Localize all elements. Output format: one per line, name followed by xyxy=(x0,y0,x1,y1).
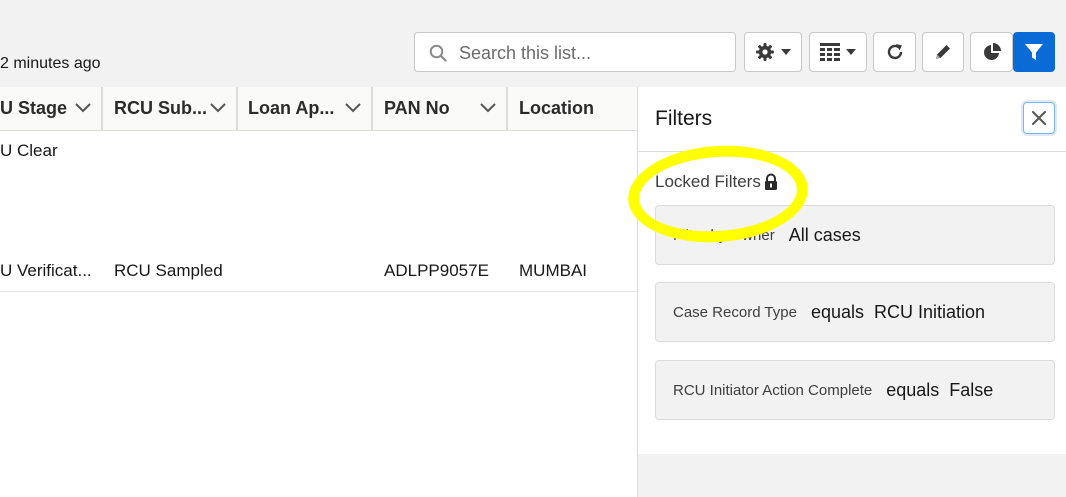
gear-icon xyxy=(756,43,774,61)
display-as-button[interactable] xyxy=(809,32,867,72)
filter-field: RCU Initiator Action Complete xyxy=(673,381,873,399)
cell-loan-ap xyxy=(248,171,368,211)
chevron-down-icon xyxy=(781,49,791,55)
filter-value: RCU Initiation xyxy=(874,301,986,322)
filter-field: Case Record Type xyxy=(673,303,797,321)
column-header-location[interactable]: Location xyxy=(508,87,640,130)
filter-operator: equals xyxy=(810,301,865,322)
filters-panel-title: Filters xyxy=(655,107,713,130)
cell-rcu-sub xyxy=(114,171,234,211)
refresh-icon xyxy=(887,44,902,60)
cell-u-stage: U Verificat... xyxy=(0,261,92,280)
chevron-down-icon[interactable] xyxy=(210,103,226,113)
filters-panel-header: Filters xyxy=(638,87,1066,152)
cell-location xyxy=(519,131,637,171)
cell-rcu-sub xyxy=(114,131,234,171)
pie-chart-icon xyxy=(983,43,1001,60)
last-updated-text: 2 minutes ago xyxy=(0,55,101,72)
filters-panel: Filters Locked Filters Filter by Owner A… xyxy=(637,87,1066,497)
filter-value: False xyxy=(949,379,994,400)
list-view-header: 2 minutes ago xyxy=(0,0,1066,88)
list-settings-button[interactable] xyxy=(744,32,802,72)
table-icon xyxy=(820,43,840,61)
close-icon xyxy=(1031,110,1047,126)
cell-pan-no: ADLPP9057E xyxy=(384,261,489,280)
filter-operator: equals xyxy=(886,379,940,400)
cell-loan-ap xyxy=(248,211,368,251)
cell-loan-ap xyxy=(248,131,368,171)
lock-icon xyxy=(764,173,777,190)
locked-filters-heading: Locked Filters xyxy=(655,172,779,192)
filters-button[interactable] xyxy=(1013,32,1055,72)
column-header-pan-no[interactable]: PAN No xyxy=(373,87,508,130)
filter-card-record-type: Case Record Type equals RCU Initiation xyxy=(655,282,1055,342)
chevron-down-icon[interactable] xyxy=(480,103,496,113)
table-row[interactable] xyxy=(0,171,640,212)
filter-field: Filter by Owner xyxy=(673,226,775,244)
cell-location xyxy=(519,171,637,211)
cell-location: MUMBAI xyxy=(519,261,587,280)
chevron-down-icon xyxy=(846,49,856,55)
column-header-u-stage[interactable]: U Stage xyxy=(0,87,103,130)
filter-card-owner: Filter by Owner All cases xyxy=(655,205,1055,265)
cell-rcu-sub: RCU Sampled xyxy=(114,261,223,280)
search-icon xyxy=(429,44,447,62)
filters-panel-body: Locked Filters Filter by Owner All cases… xyxy=(638,152,1066,454)
column-header-loan-ap[interactable]: Loan Ap... xyxy=(238,87,373,130)
table-header: U Stage RCU Sub... Loan Ap... PAN No Loc… xyxy=(0,87,640,131)
table-row[interactable] xyxy=(0,211,640,252)
search-box[interactable] xyxy=(414,32,736,73)
cell-loan-ap xyxy=(248,251,368,291)
filter-icon xyxy=(1025,44,1043,60)
cell-u-stage xyxy=(0,211,100,251)
cell-u-stage xyxy=(0,171,100,211)
column-label: Loan Ap... xyxy=(248,98,335,118)
cell-rcu-sub xyxy=(114,211,234,251)
column-label: Location xyxy=(519,98,594,118)
column-label: U Stage xyxy=(0,98,68,118)
table-row[interactable]: U Clear xyxy=(0,131,640,172)
search-input[interactable] xyxy=(457,33,731,73)
column-label: PAN No xyxy=(384,98,450,118)
filter-card-initiator-action: RCU Initiator Action Complete equals Fal… xyxy=(655,360,1055,420)
locked-filters-label: Locked Filters xyxy=(655,172,761,191)
chevron-down-icon[interactable] xyxy=(75,103,91,113)
cell-location xyxy=(519,211,637,251)
cell-pan-no xyxy=(384,171,504,211)
table-row[interactable]: U Verificat... RCU Sampled ADLPP9057E MU… xyxy=(0,251,640,292)
cell-u-stage: U Clear xyxy=(0,141,58,160)
cell-pan-no xyxy=(384,131,504,171)
refresh-button[interactable] xyxy=(873,32,916,72)
pencil-icon xyxy=(936,45,950,59)
charts-button[interactable] xyxy=(970,32,1013,72)
filter-value: All cases xyxy=(788,224,861,245)
close-filters-button[interactable] xyxy=(1023,102,1055,134)
chevron-down-icon[interactable] xyxy=(345,103,361,113)
column-header-rcu-sub[interactable]: RCU Sub... xyxy=(103,87,238,130)
cell-pan-no xyxy=(384,211,504,251)
edit-list-button[interactable] xyxy=(922,32,964,72)
column-label: RCU Sub... xyxy=(114,98,207,118)
